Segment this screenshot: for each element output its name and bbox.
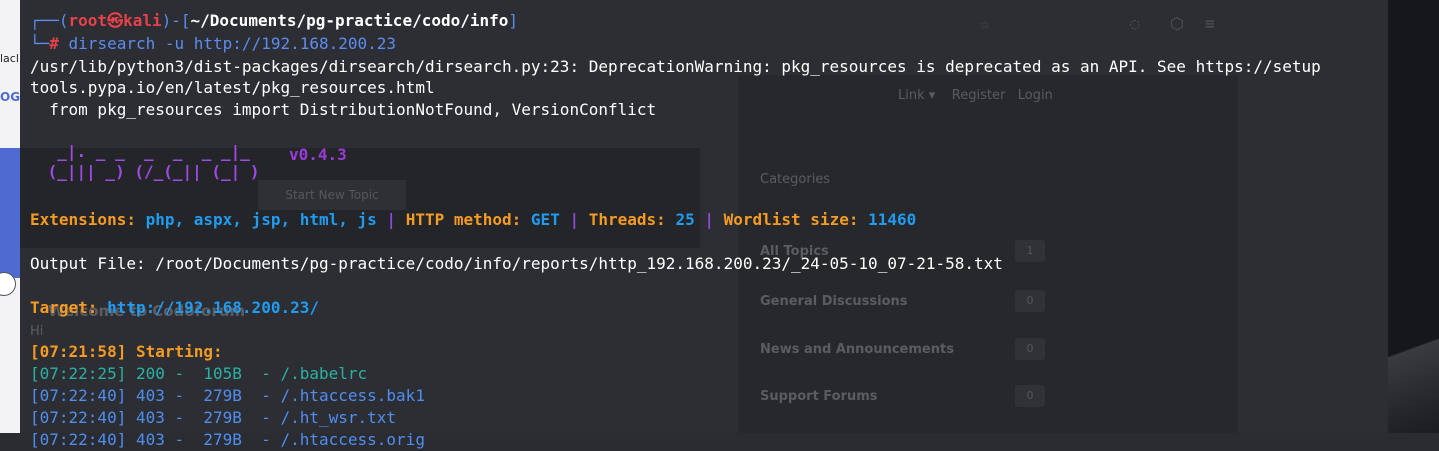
banner-ascii-line: (_||| _) (/_(_|| (_| ) <box>38 162 260 181</box>
target-value: http://192.168.200.23/ <box>107 298 319 317</box>
result-row: [07:22:40] 403 - 279B - /.htaccess.orig <box>30 430 425 449</box>
target-line: Target: http://192.168.200.23/ <box>30 297 319 319</box>
warning-line: /usr/lib/python3/dist-packages/dirsearch… <box>30 57 1321 76</box>
output-file-line: Output File: /root/Documents/pg-practice… <box>30 254 1003 273</box>
warning-line: tools.pypa.io/en/latest/pkg_resources.ht… <box>30 78 435 97</box>
prompt-bracket: )-[ <box>161 11 191 30</box>
warning-line: from pkg_resources import DistributionNo… <box>30 100 657 119</box>
ext-label: Extensions: <box>30 210 146 229</box>
terminal-window[interactable]: ┌──(root㉿kali)-[~/Documents/pg-practice/… <box>0 0 1439 449</box>
starting-line: [07:21:58] Starting: <box>30 342 223 361</box>
threads-value: 25 <box>675 210 695 229</box>
result-row: [07:22:40] 403 - 279B - /.ht_wsr.txt <box>30 408 397 427</box>
banner-version: v0.4.3 <box>289 145 347 164</box>
method-label: HTTP method: <box>405 210 531 229</box>
prompt-bracket: ] <box>508 11 519 30</box>
separator: | <box>559 210 589 229</box>
result-row: [07:22:25] 200 - 105B - /.babelrc <box>30 364 368 383</box>
command-text: dirsearch -u http://192.168.200.23 <box>58 34 397 53</box>
separator: | <box>376 210 406 229</box>
config-line: Extensions: php, aspx, jsp, html, js | H… <box>30 209 916 231</box>
prompt-corner: └─ <box>30 34 50 53</box>
prompt-hash: # <box>49 34 59 53</box>
prompt-bracket: ┌──( <box>30 11 69 30</box>
separator: | <box>694 210 724 229</box>
target-label: Target: <box>30 298 108 317</box>
prompt-path: ~/Documents/pg-practice/codo/info <box>190 11 509 30</box>
wordlist-label: Wordlist size: <box>723 210 869 229</box>
prompt-user: root㉿kali <box>68 11 162 30</box>
prompt-line-2: └─# dirsearch -u http://192.168.200.23 <box>30 33 396 55</box>
wordlist-value: 11460 <box>868 210 917 229</box>
result-row: [07:22:40] 403 - 279B - /.htaccess.bak1 <box>30 386 425 405</box>
threads-label: Threads: <box>588 210 676 229</box>
ext-value: php, aspx, jsp, html, js <box>145 210 377 229</box>
banner-ascii-line: _|. _ _ _ _ _ _|_ <box>38 142 250 161</box>
method-value: GET <box>530 210 560 229</box>
prompt-line-1: ┌──(root㉿kali)-[~/Documents/pg-practice/… <box>30 10 518 32</box>
